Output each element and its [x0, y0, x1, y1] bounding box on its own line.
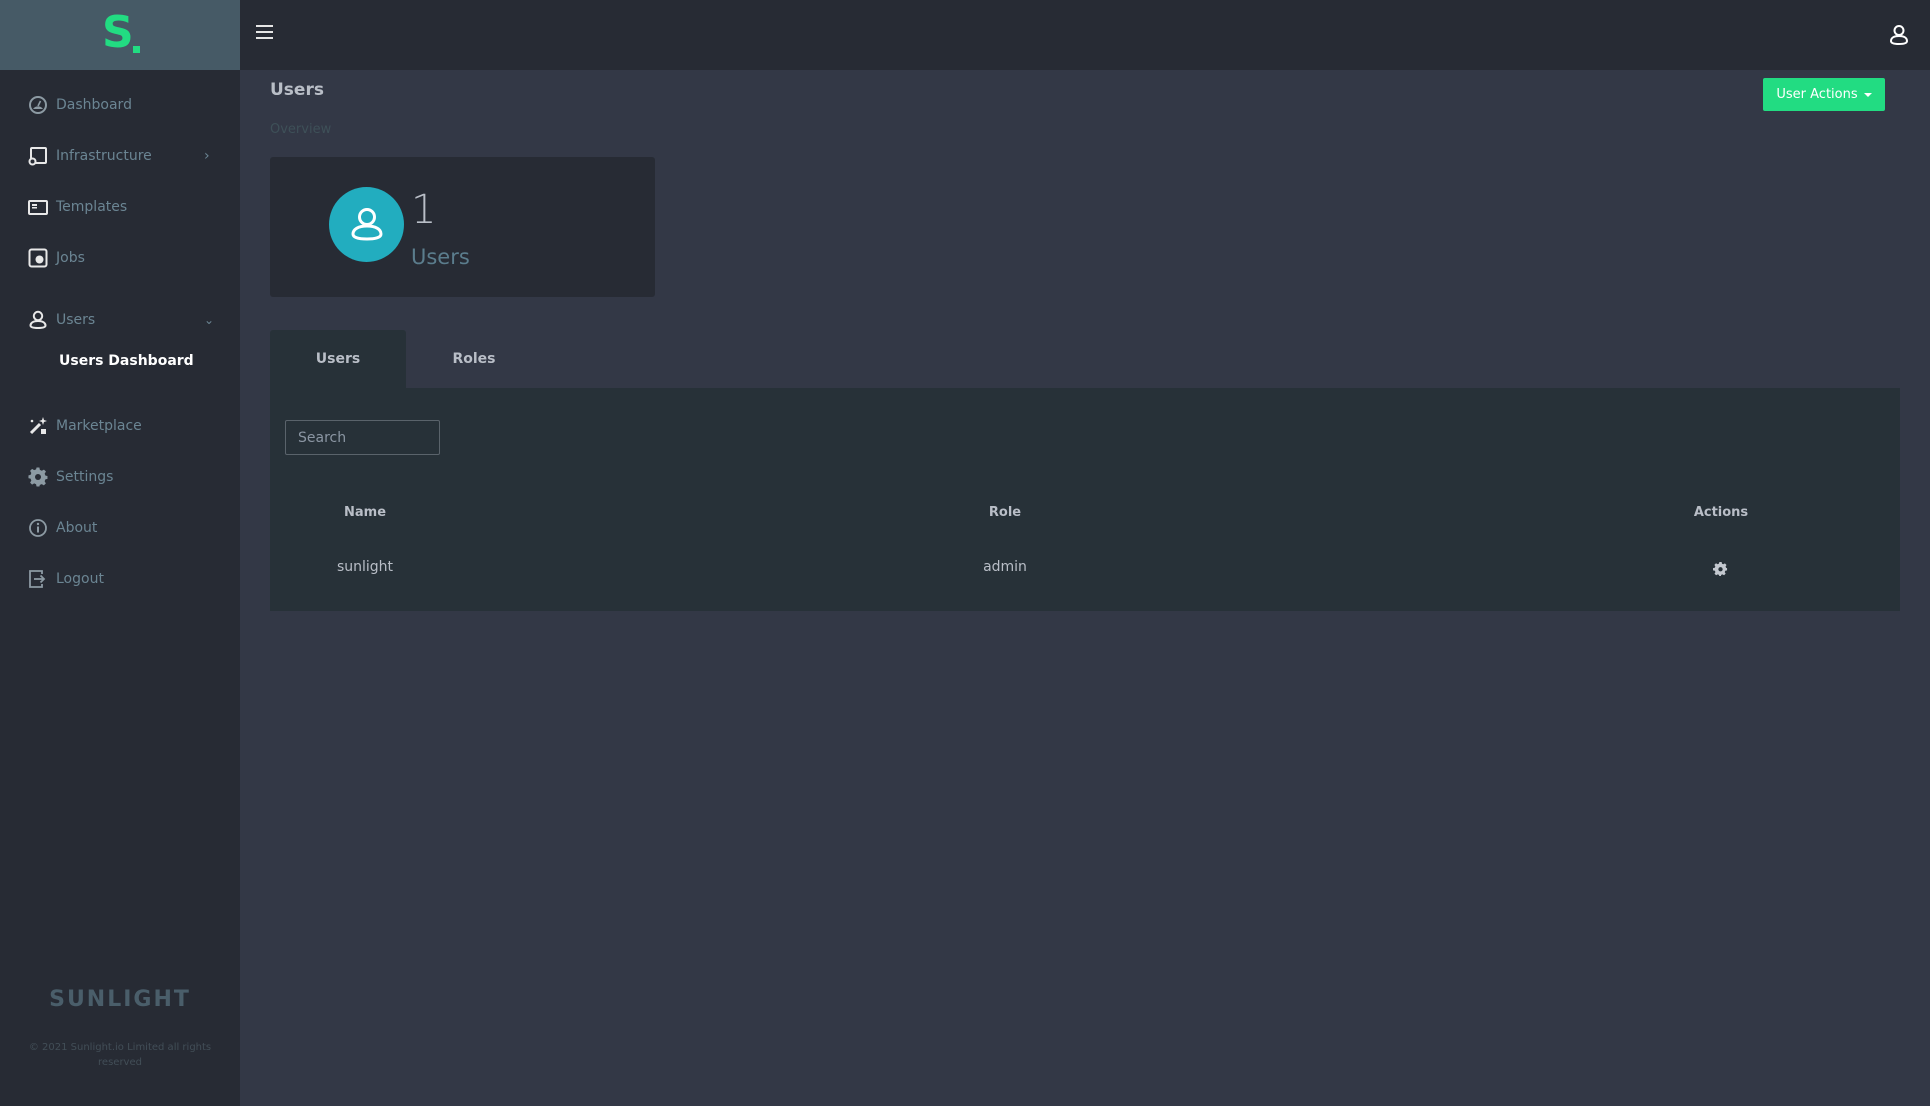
sidebar-item-infrastructure[interactable]: Infrastructure › — [28, 146, 210, 166]
sidebar-item-label: Templates — [56, 199, 128, 215]
chevron-right-icon[interactable]: › — [204, 148, 210, 164]
search-input[interactable] — [285, 420, 440, 455]
caret-down-icon — [1863, 92, 1872, 97]
user-actions-label: User Actions — [1776, 87, 1858, 102]
column-header-role[interactable]: Role — [989, 505, 1021, 520]
sidebar-item-label: Settings — [56, 469, 114, 485]
dashboard-gauge-icon — [28, 95, 48, 115]
tab-roles[interactable]: Roles — [406, 330, 542, 388]
page-title: Users — [270, 80, 324, 100]
hamburger-icon[interactable] — [256, 25, 273, 41]
stat-user-icon — [329, 187, 404, 262]
sidebar-item-label: Dashboard — [56, 97, 132, 113]
magic-wand-icon — [28, 416, 48, 436]
sidebar-item-logout[interactable]: Logout — [28, 569, 104, 589]
user-actions-button[interactable]: User Actions — [1763, 78, 1885, 111]
info-icon — [28, 518, 48, 538]
top-bar — [240, 0, 1930, 70]
sidebar-item-label: About — [56, 520, 98, 536]
user-icon — [28, 310, 48, 330]
tab-users[interactable]: Users — [270, 330, 406, 388]
sidebar-item-label: Jobs — [56, 250, 85, 266]
users-count-label: Users — [411, 245, 470, 269]
sidebar-item-label: Infrastructure — [56, 148, 152, 164]
row-settings-gear-icon[interactable] — [1713, 561, 1728, 577]
users-panel: Name Role Actions sunlight admin — [270, 388, 1900, 611]
sidebar-item-about[interactable]: About — [28, 518, 97, 538]
footer-logo: SUNLIGHT — [49, 987, 191, 1012]
chevron-down-icon[interactable]: ⌄ — [204, 313, 214, 327]
cell-name: sunlight — [336, 559, 394, 575]
jobs-icon — [28, 248, 48, 268]
cell-role: admin — [983, 559, 1027, 575]
sidebar: S Dashboard Infrastructure › Templates J… — [0, 0, 240, 1106]
sidebar-subitem-users-dashboard[interactable]: Users Dashboard — [59, 353, 194, 369]
sidebar-item-label: Logout — [56, 571, 104, 587]
templates-icon — [28, 197, 48, 217]
column-header-name[interactable]: Name — [344, 505, 386, 520]
sidebar-item-settings[interactable]: Settings — [28, 467, 113, 487]
user-menu-icon[interactable] — [1888, 24, 1910, 46]
sidebar-item-label: Users — [56, 312, 96, 328]
gear-icon — [28, 467, 48, 487]
infrastructure-icon — [28, 146, 48, 166]
sidebar-item-templates[interactable]: Templates — [28, 197, 127, 217]
sidebar-item-label: Marketplace — [56, 418, 142, 434]
brand-header: S — [0, 0, 240, 70]
column-header-actions: Actions — [1693, 505, 1749, 520]
sidebar-item-dashboard[interactable]: Dashboard — [28, 95, 132, 115]
sunlight-logo-icon[interactable]: S — [100, 11, 140, 57]
page-subtitle: Overview — [270, 122, 332, 137]
sidebar-item-jobs[interactable]: Jobs — [28, 248, 85, 268]
sidebar-item-users[interactable]: Users ⌄ — [28, 310, 214, 330]
users-stat-card: 1 Users — [270, 157, 655, 297]
copyright-text: © 2021 Sunlight.io Limited all rights re… — [28, 1042, 212, 1068]
logout-icon — [28, 569, 48, 589]
sidebar-item-marketplace[interactable]: Marketplace — [28, 416, 142, 436]
users-count: 1 — [411, 187, 437, 233]
